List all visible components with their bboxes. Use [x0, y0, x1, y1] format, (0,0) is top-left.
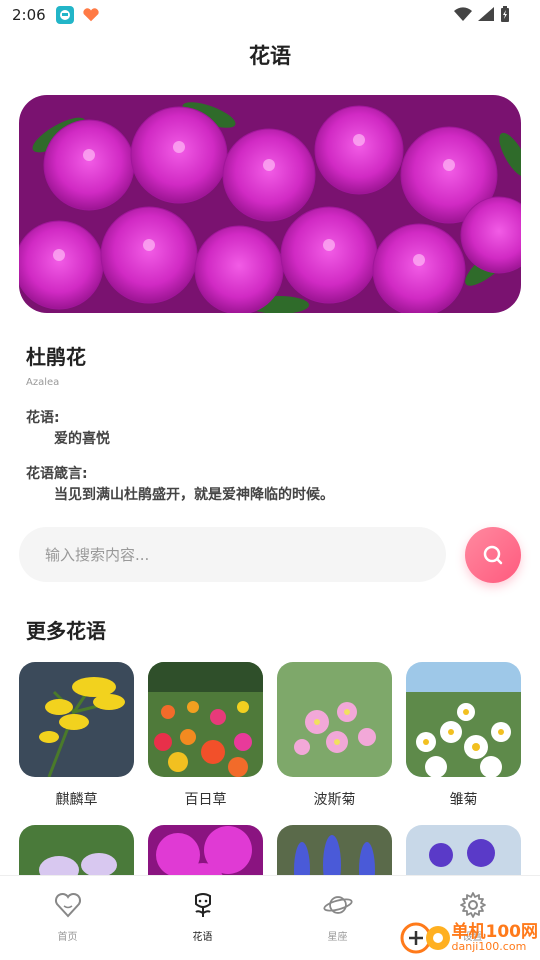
heart-notification-icon — [82, 6, 100, 24]
tab-constellation[interactable]: 星座 — [270, 876, 405, 960]
motto-label: 花语箴言: — [26, 466, 88, 482]
flower-card-daisy[interactable]: 雏菊 — [406, 662, 521, 809]
more-section-title: 更多花语 — [26, 619, 106, 643]
meaning-label: 花语: — [26, 410, 60, 426]
battery-icon — [501, 6, 509, 22]
wifi-icon — [454, 7, 472, 21]
flower-card-zinnia[interactable]: 百日草 — [148, 662, 263, 809]
signal-icon — [478, 7, 494, 21]
watermark-url: danji100.com — [451, 940, 527, 953]
flower-thumbnail — [19, 662, 134, 777]
app-notification-icon — [55, 6, 74, 24]
featured-flower-image[interactable] — [19, 95, 521, 313]
tab-home-label: 首页 — [57, 932, 78, 943]
status-time: 2:06 — [12, 6, 46, 24]
flower-thumbnail — [277, 662, 392, 777]
status-bar: 2:06 — [0, 0, 540, 30]
page-title: 花语 — [249, 44, 291, 68]
flower-icon — [188, 890, 218, 920]
flower-card-label: 麒麟草 — [55, 792, 98, 808]
flower-thumbnail — [406, 662, 521, 777]
meaning-value: 爱的喜悦 — [54, 431, 110, 447]
flower-card-label: 雏菊 — [449, 792, 478, 808]
flower-latin-name: Azalea — [26, 377, 60, 388]
planet-icon — [322, 890, 353, 920]
motto-value: 当见到满山杜鹃盛开，就是爱神降临的时候。 — [54, 487, 334, 503]
flower-card-cosmos[interactable]: 波斯菊 — [277, 662, 392, 809]
tab-constellation-label: 星座 — [327, 932, 348, 943]
tab-flower-language-label: 花语 — [192, 932, 213, 943]
flower-card-label: 波斯菊 — [313, 792, 356, 808]
search-button[interactable] — [465, 527, 521, 583]
search-icon — [483, 545, 503, 565]
watermark-text: 单机100网 — [451, 922, 539, 942]
flower-thumbnail — [148, 662, 263, 777]
search-input[interactable] — [19, 527, 446, 582]
flower-card-goldenrod[interactable]: 麒麟草 — [19, 662, 134, 809]
heart-icon — [53, 890, 83, 920]
tab-home[interactable]: 首页 — [0, 876, 135, 960]
gear-icon — [458, 890, 488, 920]
watermark: 单机100网 danji100.com — [400, 918, 539, 958]
watermark-logo-icon — [400, 922, 450, 954]
flower-name: 杜鹃花 — [26, 345, 86, 369]
flower-card-label: 百日草 — [184, 792, 227, 808]
tab-flower-language[interactable]: 花语 — [135, 876, 270, 960]
